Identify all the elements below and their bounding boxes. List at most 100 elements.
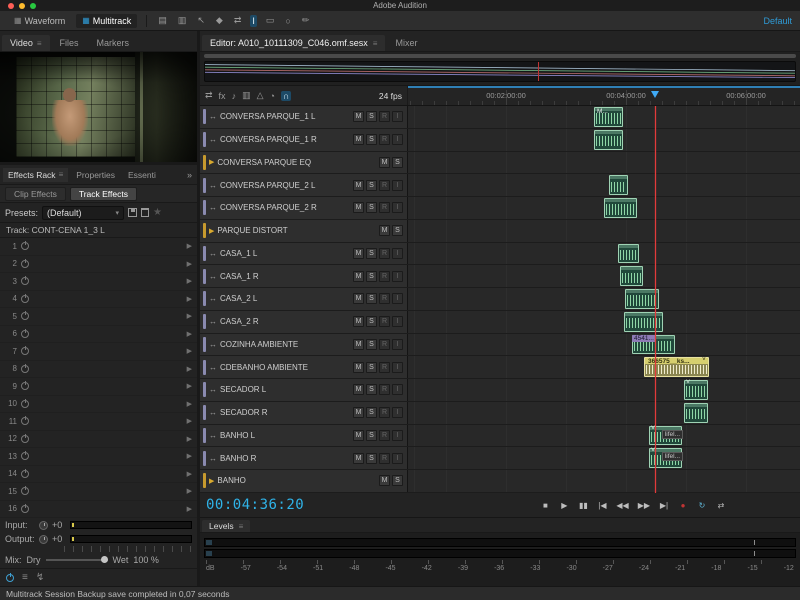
panel-right-icon[interactable]: ▥ [176,14,189,27]
track-header[interactable]: ↔SECADOR RMSRI [200,402,408,424]
mute-button[interactable]: M [379,157,390,168]
monitor-input-button[interactable]: I [392,339,403,350]
mute-button[interactable]: M [353,430,364,441]
stop-button[interactable]: ■ [540,501,550,510]
track-lane[interactable]: ˅lifel... [408,425,800,447]
track-lane[interactable] [408,174,800,196]
rewind-button[interactable]: ◀◀ [616,501,628,510]
monitor-input-button[interactable]: I [392,384,403,395]
solo-button[interactable]: S [366,180,377,191]
monitor-input-button[interactable]: I [392,134,403,145]
mute-button[interactable]: M [353,271,364,282]
monitor-input-button[interactable]: I [392,362,403,373]
save-preset-icon[interactable] [128,208,137,217]
track-header[interactable]: ↔CASA_2 RMSRI [200,311,408,333]
panel-menu-icon[interactable]: ≡ [239,522,244,531]
track-lane[interactable]: M... [408,106,800,128]
slot-arrow-icon[interactable]: ▶ [187,365,192,373]
track-lane[interactable] [408,470,800,492]
track-header[interactable]: ↔CASA_1 RMSRI [200,265,408,287]
solo-button[interactable]: S [392,157,403,168]
solo-button[interactable]: S [366,248,377,259]
slot-arrow-icon[interactable]: ▶ [187,260,192,268]
power-icon[interactable] [21,295,29,303]
mix-slider[interactable] [46,559,108,561]
track-header[interactable]: ▶CONVERSA PARQUE EQMS [200,152,408,174]
track-lane[interactable]: ˅366575__ks... [408,356,800,378]
solo-button[interactable]: S [392,475,403,486]
razor-tool-icon[interactable]: ◆ [214,14,225,27]
effect-slot[interactable]: 15▶ [0,483,197,501]
mute-button[interactable]: M [353,293,364,304]
tab-effects-rack[interactable]: Effects Rack ≡ [3,168,68,182]
track-name[interactable]: CONVERSA PARQUE EQ [217,158,376,167]
track-header[interactable]: ↔SECADOR LMSRI [200,379,408,401]
solo-button[interactable]: S [366,339,377,350]
mute-button[interactable]: M [353,316,364,327]
play-button[interactable]: ▶ [559,501,569,510]
slot-arrow-icon[interactable]: ▶ [187,330,192,338]
audio-clip[interactable] [620,266,643,286]
playhead-line[interactable] [655,106,656,493]
solo-button[interactable]: S [366,384,377,395]
track-header[interactable]: ↔CASA_1 LMSRI [200,243,408,265]
favorite-star-icon[interactable]: ★ [153,207,162,218]
skip-selection-button[interactable]: ⇄ [716,501,726,510]
monitor-input-button[interactable]: I [392,271,403,282]
arm-record-button[interactable]: R [379,134,390,145]
tab-properties[interactable]: Properties [71,168,120,182]
panel-left-icon[interactable]: ▤ [156,14,169,27]
track-lane[interactable] [408,288,800,310]
time-ruler[interactable]: 00:02:00:0000:04:00:0000:06:00:00 [408,86,800,105]
solo-button[interactable]: S [366,407,377,418]
power-icon[interactable] [21,505,29,513]
track-header[interactable]: ↔CONVERSA PARQUE_2 LMSRI [200,174,408,196]
lasso-tool-icon[interactable]: ○ [283,15,292,27]
track-effects-button[interactable]: Track Effects [70,187,137,201]
audio-clip[interactable] [625,289,659,309]
audio-clip[interactable] [594,130,623,150]
arm-record-button[interactable]: R [379,339,390,350]
track-name[interactable]: CONVERSA PARQUE_1 L [220,112,350,121]
solo-button[interactable]: S [366,271,377,282]
solo-button[interactable]: S [366,111,377,122]
audio-clip[interactable]: ˅366575__ks... [644,357,709,377]
solo-button[interactable]: S [366,453,377,464]
slot-arrow-icon[interactable]: ▶ [187,487,192,495]
tab-video[interactable]: Video ≡ [2,35,50,51]
track-lane[interactable] [408,402,800,424]
goto-start-button[interactable]: |◀ [597,501,607,510]
power-icon[interactable] [21,417,29,425]
power-icon[interactable] [21,242,29,250]
move-tool-icon[interactable]: ↖ [195,14,207,27]
fx-icon[interactable]: fx [219,91,226,101]
solo-button[interactable]: S [366,362,377,373]
session-overview[interactable] [200,52,800,86]
arm-record-button[interactable]: R [379,248,390,259]
solo-button[interactable]: S [366,430,377,441]
tab-overflow-icon[interactable]: » [187,170,194,180]
playhead-caret[interactable] [651,91,659,98]
clip-effects-button[interactable]: Clip Effects [5,187,66,201]
waveform-view-button[interactable]: ▦ Waveform [8,14,71,28]
track-name[interactable]: CONVERSA PARQUE_1 R [220,135,350,144]
track-name[interactable]: CASA_1 R [220,272,350,281]
track-lane[interactable] [408,152,800,174]
power-icon[interactable] [21,365,29,373]
monitor-input-button[interactable]: I [392,180,403,191]
monitor-input-button[interactable]: I [392,202,403,213]
mix-slider-knob[interactable] [101,556,108,563]
chevron-down-icon[interactable]: ˅ [686,379,690,386]
tab-mixer[interactable]: Mixer [387,35,425,51]
effect-slot[interactable]: 6▶ [0,326,197,344]
solo-button[interactable]: S [366,316,377,327]
monitor-input-button[interactable]: I [392,293,403,304]
fast-forward-button[interactable]: ▶▶ [638,501,650,510]
lightning-icon[interactable]: ↯ [36,572,44,583]
panel-menu-icon[interactable]: ≡ [59,170,64,179]
track-lane[interactable] [408,197,800,219]
shuffle-icon[interactable]: ⇄ [205,90,213,101]
solo-button[interactable]: S [366,134,377,145]
pause-button[interactable]: ▮▮ [578,501,588,510]
audio-clip[interactable]: M... [594,107,623,127]
